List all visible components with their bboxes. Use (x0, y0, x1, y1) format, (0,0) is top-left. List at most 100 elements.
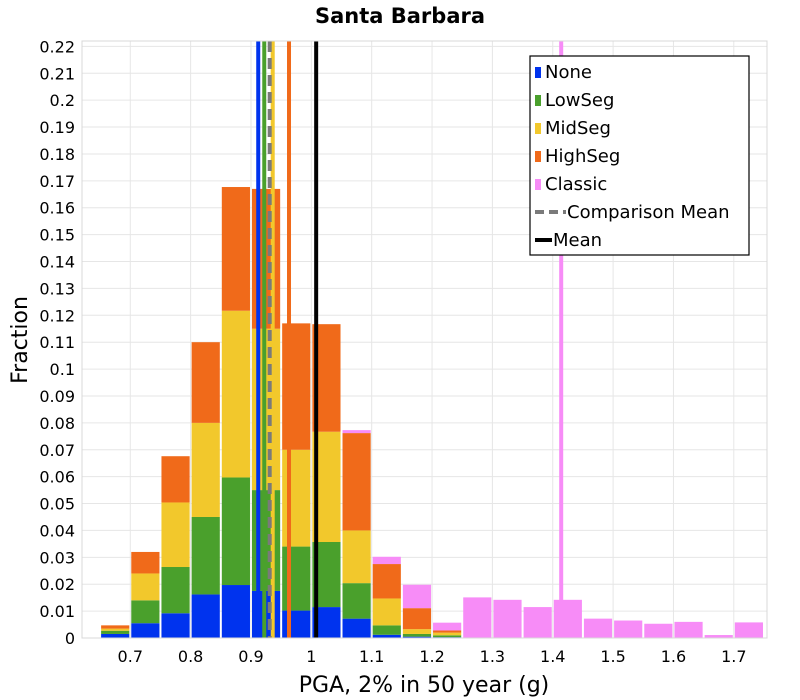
y-tick-label: 0.19 (39, 118, 75, 137)
y-tick-label: 0.06 (39, 468, 75, 487)
classic-bar (433, 622, 462, 631)
bar-segment-highseg (342, 433, 371, 531)
classic-bar (583, 618, 613, 638)
bar-segment-highseg (433, 630, 462, 633)
bar-segment-midseg (372, 598, 401, 626)
legend-swatch (535, 67, 541, 78)
x-tick-label: 1.3 (480, 647, 505, 666)
y-tick-label: 0.08 (39, 414, 75, 433)
bar-segment-highseg (372, 564, 401, 599)
classic-bar (674, 621, 703, 638)
bar-segment-midseg (101, 628, 130, 631)
bar-segment-midseg (161, 502, 190, 568)
y-tick-label: 0.12 (39, 306, 75, 325)
bar-segment-none (101, 633, 130, 638)
x-tick-label: 1.7 (721, 647, 746, 666)
legend-label: None (545, 62, 592, 83)
y-tick-label: 0.09 (39, 387, 75, 406)
bar-segment-lowseg (402, 633, 432, 637)
legend-label: LowSeg (545, 90, 614, 111)
bar-segment-midseg (131, 573, 160, 601)
bar-segment-lowseg (131, 600, 160, 624)
y-tick-label: 0.22 (39, 37, 75, 56)
bar-segment-highseg (161, 456, 190, 503)
bar-segment-none (161, 613, 190, 638)
bar-segment-midseg (221, 310, 250, 478)
bar-segment-lowseg (433, 635, 462, 638)
y-tick-label: 0.14 (39, 253, 75, 272)
bar-segment-lowseg (282, 546, 311, 611)
bar-segment-lowseg (161, 567, 190, 614)
classic-bar (342, 430, 371, 434)
classic-bar (402, 584, 432, 609)
bar-segment-midseg (191, 422, 220, 517)
y-tick-label: 0.11 (39, 333, 75, 352)
chart-title: Santa Barbara (315, 4, 485, 28)
bar-segment-none (282, 610, 311, 638)
bar-segment-highseg (221, 187, 250, 311)
legend-swatch (535, 179, 541, 190)
bar-segment-lowseg (372, 625, 401, 635)
x-tick-label: 0.7 (118, 647, 143, 666)
classic-bar (372, 556, 401, 565)
histogram-chart: Santa Barbara 0.7 0.8 0.9 1 1.1 1.2 1.3 1.4 1.5 1… (8, 4, 768, 698)
legend-swatch (535, 151, 541, 162)
legend-label: Mean (553, 230, 602, 251)
y-tick-label: 0.01 (39, 602, 75, 621)
x-axis-ticks: 0.7 0.8 0.9 1 1.1 1.2 1.3 1.4 1.5 1.6 1.7 (118, 647, 747, 666)
bar-segment-lowseg (191, 516, 220, 595)
y-tick-label: 0.2 (50, 91, 75, 110)
x-tick-label: 1.2 (419, 647, 444, 666)
bar-segment-lowseg (221, 477, 250, 586)
y-tick-label: 0.07 (39, 441, 75, 460)
classic-bar (463, 597, 492, 638)
classic-bar (553, 599, 582, 638)
classic-bar (614, 620, 643, 638)
legend: None LowSeg MidSeg HighSeg Classic Comparison… (529, 55, 750, 256)
y-tick-label: 0.16 (39, 199, 75, 218)
legend-label: MidSeg (545, 118, 611, 139)
legend-label: HighSeg (545, 146, 620, 167)
x-tick-label: 1.5 (600, 647, 625, 666)
bar-segment-midseg (342, 530, 371, 584)
bar-segment-highseg (101, 625, 130, 629)
bar-segment-none (191, 594, 220, 638)
classic-bar (523, 607, 552, 638)
y-tick-label: 0.17 (39, 172, 75, 191)
bar-segment-midseg (433, 632, 462, 636)
y-tick-label: 0.15 (39, 226, 75, 245)
classic-bar (644, 623, 673, 638)
x-axis-label: PGA, 2% in 50 year (g) (299, 673, 550, 698)
x-tick-label: 0.9 (238, 647, 263, 666)
y-axis-ticks: 0 0.01 0.02 0.03 0.04 0.05 0.06 0.07 0.08 0.09 0.1… (39, 37, 75, 648)
legend-label: Classic (545, 174, 607, 195)
y-tick-label: 0.18 (39, 145, 75, 164)
y-tick-label: 0.05 (39, 495, 75, 514)
classic-bar (734, 622, 763, 638)
x-tick-label: 0.8 (178, 647, 203, 666)
legend-swatch (535, 95, 541, 106)
bar-segment-none (342, 618, 371, 638)
y-tick-label: 0.13 (39, 279, 75, 298)
x-tick-label: 1.4 (540, 647, 565, 666)
bar-segment-highseg (191, 342, 220, 423)
legend-label: Comparison Mean (567, 202, 730, 223)
y-axis-label: Fraction (8, 296, 33, 384)
x-tick-label: 1.6 (661, 647, 686, 666)
y-tick-label: 0.1 (50, 360, 75, 379)
bar-segment-none (131, 623, 160, 638)
y-tick-label: 0.02 (39, 575, 75, 594)
x-tick-label: 1.1 (359, 647, 384, 666)
bar-segment-highseg (282, 323, 311, 450)
bar-segment-highseg (131, 551, 160, 574)
classic-bar (493, 599, 522, 638)
bar-segment-midseg (402, 629, 432, 634)
legend-swatch (535, 123, 541, 134)
bar-segment-lowseg (342, 583, 371, 619)
x-tick-label: 1 (306, 647, 316, 666)
bar-segment-highseg (402, 608, 432, 630)
y-tick-label: 0.03 (39, 548, 75, 567)
y-tick-label: 0.04 (39, 521, 75, 540)
y-tick-label: 0.21 (39, 64, 75, 83)
y-tick-label: 0 (65, 629, 75, 648)
